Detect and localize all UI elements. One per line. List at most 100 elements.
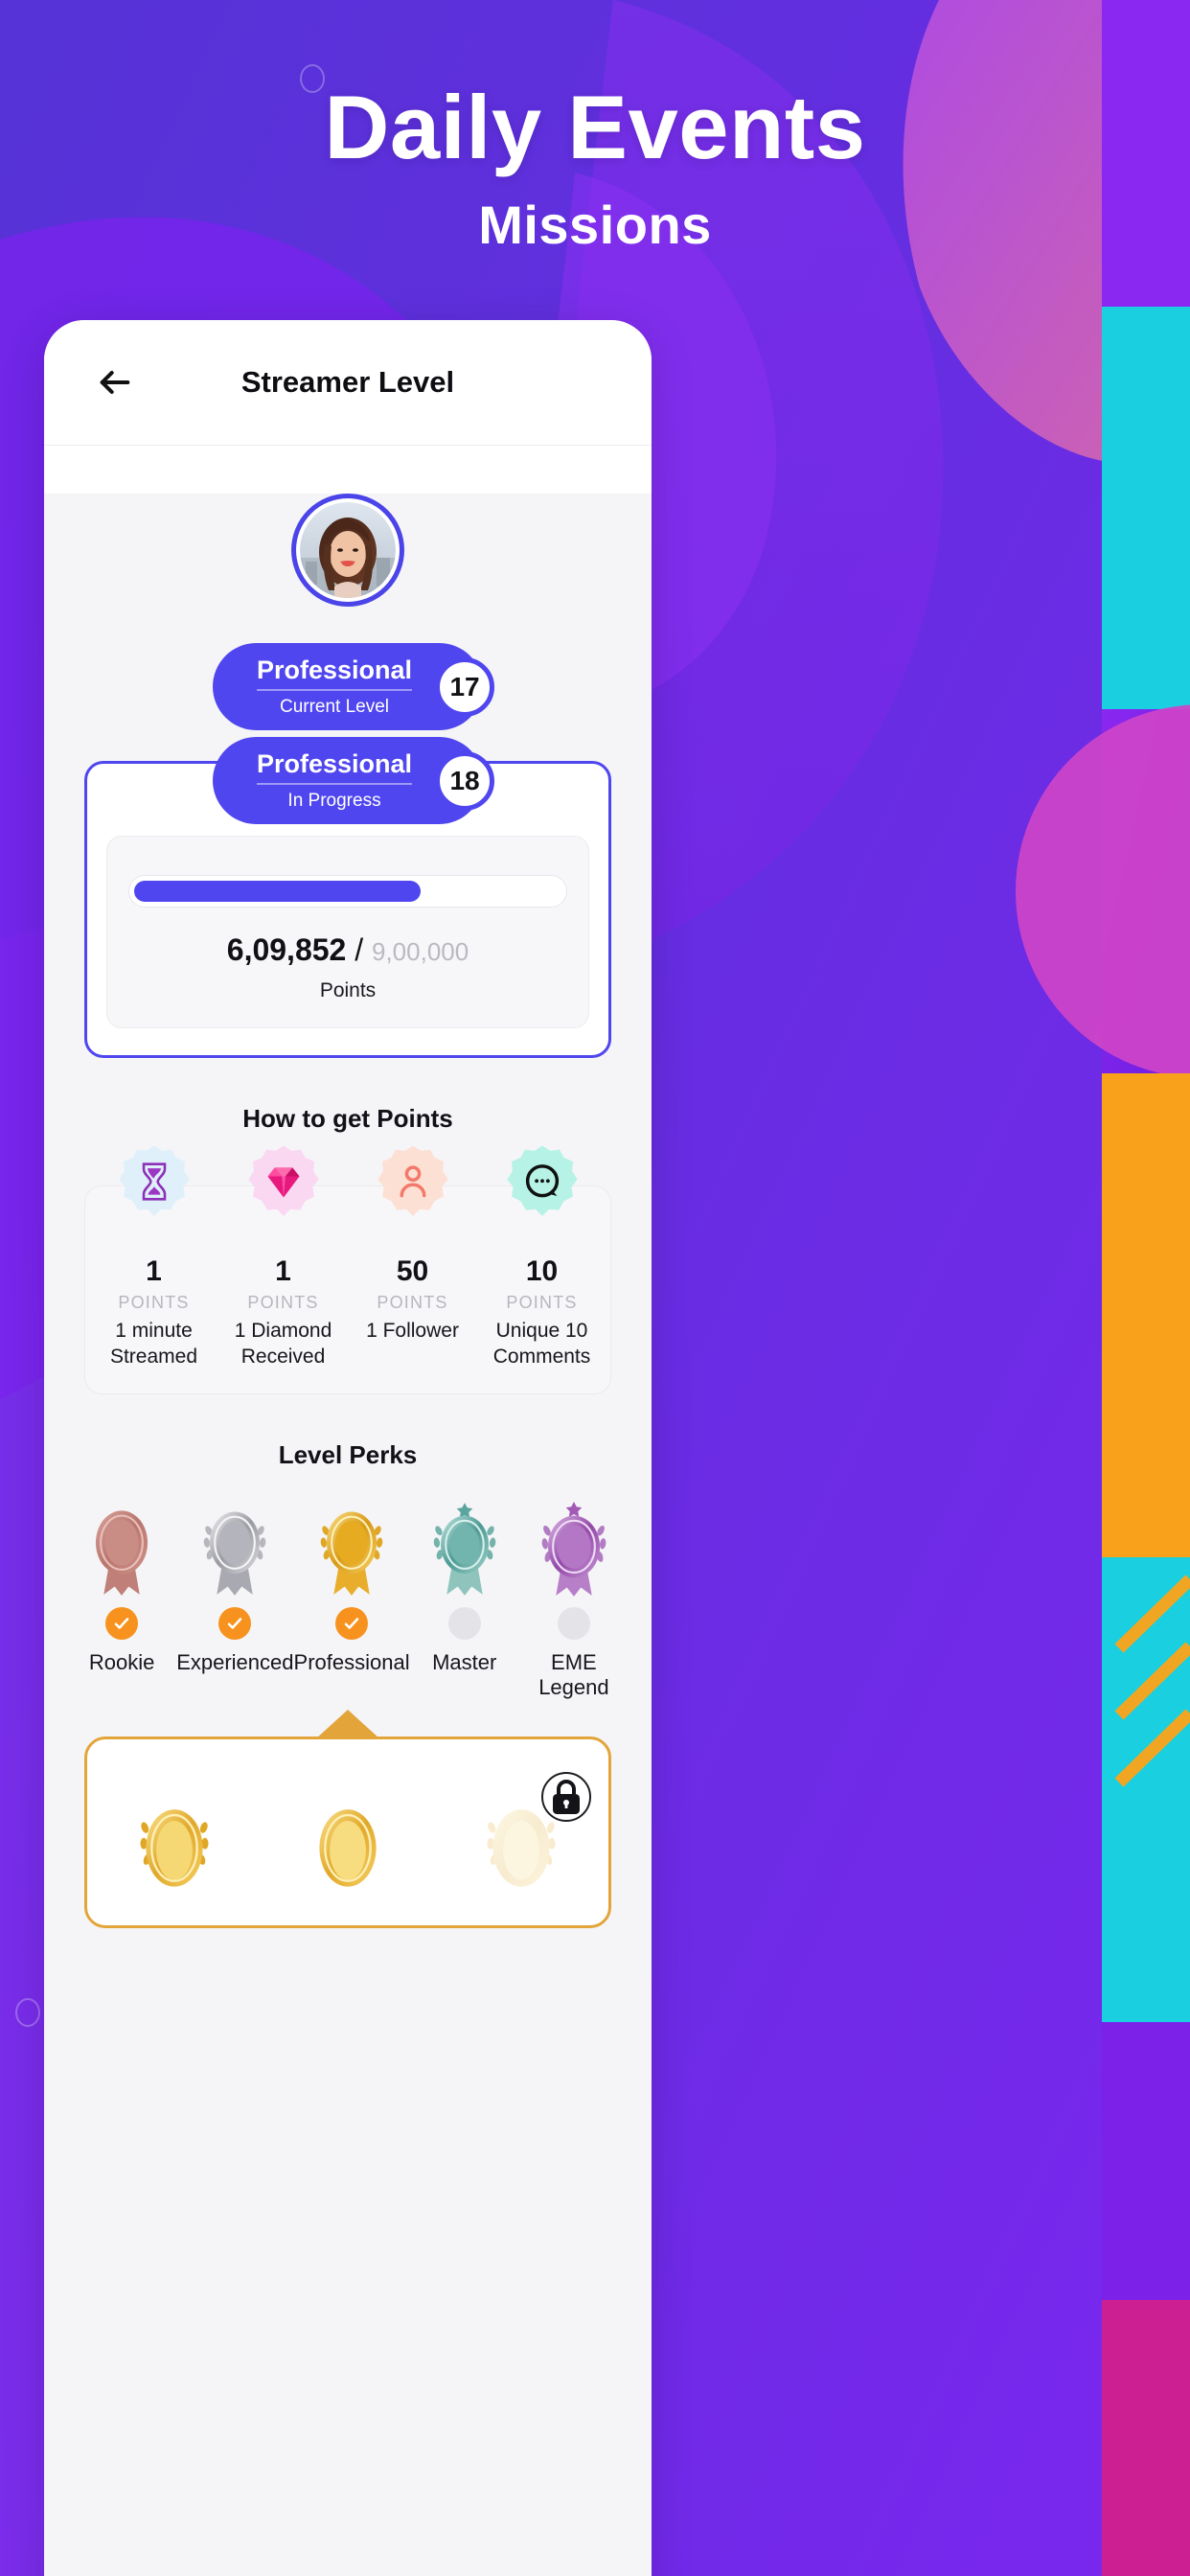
perk-tier-experienced[interactable]: Experienced <box>176 1497 294 1700</box>
follower-icon <box>400 1165 425 1198</box>
in-progress-name: Professional <box>256 749 413 786</box>
points-item-streamed: 1 POINTS 1 minute Streamed <box>89 1146 218 1370</box>
perk-detail-grid <box>87 1739 608 1925</box>
points-current: 6,09,852 <box>226 932 347 968</box>
perk-dot-locked[interactable] <box>557 1607 590 1641</box>
points-value: 10 <box>525 1255 559 1288</box>
points-caption: POINTS <box>506 1293 578 1313</box>
points-caption: POINTS <box>377 1293 448 1313</box>
current-level-pill[interactable]: Professional Current Level 17 <box>212 643 495 731</box>
medal-slot <box>294 1497 410 1598</box>
points-desc: Unique 10 Comments <box>492 1320 591 1368</box>
points-label: Points <box>319 979 377 1002</box>
perk-dot-achieved[interactable] <box>335 1607 369 1641</box>
current-level-row: Professional Current Level 17 <box>44 643 652 731</box>
perk-dot-locked[interactable] <box>447 1607 481 1641</box>
check-icon <box>344 1618 359 1629</box>
medal-purple-icon <box>541 1502 606 1598</box>
perk-dot-zone <box>176 1598 293 1648</box>
decorative-circle-left <box>15 1998 40 2027</box>
current-level-name: Professional <box>256 656 413 692</box>
medal-bronze-icon <box>96 1510 149 1597</box>
medal-silver-icon <box>204 1511 266 1597</box>
how-to-get-points-title: How to get Points <box>242 1104 453 1134</box>
promo-subtitle: Missions <box>478 195 712 255</box>
hourglass-icon <box>142 1162 166 1202</box>
perk-dot-zone <box>67 1598 176 1648</box>
points-separator: / <box>355 932 364 968</box>
in-progress-card: Professional In Progress 18 6,09,852 / 9… <box>84 737 611 1059</box>
level-perks-title: Level Perks <box>278 1440 418 1470</box>
check-icon <box>114 1618 129 1629</box>
perk-tier-rookie[interactable]: Rookie <box>67 1497 176 1700</box>
lock-badge <box>540 1772 591 1823</box>
in-progress-pill-row: Professional In Progress 18 <box>87 737 608 825</box>
points-desc: 1 minute Streamed <box>109 1320 198 1368</box>
in-progress-state: In Progress <box>287 791 381 812</box>
points-caption: POINTS <box>118 1293 190 1313</box>
medal-slot <box>410 1497 519 1598</box>
level-perks-row: Rookie Experienced Professional Master E… <box>67 1497 629 1700</box>
progress-bar-fill <box>134 881 421 903</box>
points-item-follower: 50 POINTS 1 Follower <box>348 1146 477 1370</box>
back-button[interactable] <box>88 356 142 409</box>
diamond-badge <box>246 1144 321 1219</box>
points-caption: POINTS <box>247 1293 319 1313</box>
avatar-image <box>300 502 396 598</box>
perk-dot-achieved[interactable] <box>218 1607 252 1641</box>
medal-slot <box>67 1497 176 1598</box>
perk-dot-zone <box>519 1598 629 1648</box>
current-level-number: 17 <box>435 656 495 717</box>
perk-tier-professional[interactable]: Professional <box>294 1497 410 1700</box>
how-to-get-points-card: 1 POINTS 1 minute Streamed 1 POINTS 1 Di… <box>84 1146 611 1395</box>
perk-label: Rookie <box>88 1650 155 1675</box>
perk-label: Experienced <box>176 1650 294 1675</box>
perk-tier-eme-legend[interactable]: EME Legend <box>519 1497 629 1700</box>
points-value: 1 <box>146 1255 162 1288</box>
medal-teal-icon <box>433 1503 496 1597</box>
points-value: 1 <box>275 1255 291 1288</box>
promo-title: Daily Events <box>324 77 866 177</box>
points-line: 6,09,852 / 9,00,000 <box>128 932 567 968</box>
check-icon <box>228 1618 242 1629</box>
points-item-comments: 10 POINTS Unique 10 Comments <box>477 1146 606 1370</box>
medal-slot <box>176 1497 293 1598</box>
progress-bar-track <box>128 875 567 908</box>
medal-gold-icon <box>140 1809 209 1887</box>
points-item-diamond: 1 POINTS 1 Diamond Received <box>218 1146 348 1370</box>
in-progress-pill[interactable]: Professional In Progress 18 <box>212 737 495 825</box>
points-total: 9,00,000 <box>372 937 469 967</box>
perk-detail-item-3-locked[interactable] <box>435 1772 608 1925</box>
follower-badge <box>376 1144 450 1219</box>
points-grid: 1 POINTS 1 minute Streamed 1 POINTS 1 Di… <box>85 1146 610 1393</box>
comment-icon <box>525 1164 559 1198</box>
medal-gold-icon <box>319 1809 377 1887</box>
arrow-left-icon <box>100 371 130 394</box>
avatar[interactable] <box>291 494 404 607</box>
perk-detail-item-2[interactable] <box>261 1778 434 1925</box>
lock-icon <box>552 1780 580 1815</box>
perk-detail-arrow <box>315 1710 380 1740</box>
medal-slot <box>519 1497 629 1598</box>
perk-label: EME Legend <box>538 1650 609 1700</box>
phone-mockup: Streamer Level Professional Current Leve… <box>44 320 652 2576</box>
perk-dot-achieved[interactable] <box>105 1607 139 1641</box>
hourglass-badge <box>117 1144 192 1219</box>
perk-label: Master <box>432 1650 497 1675</box>
perk-tier-master[interactable]: Master <box>410 1497 519 1700</box>
medal-gold-icon <box>320 1511 383 1597</box>
screen-body: Professional Current Level 17 Profession… <box>44 494 652 2576</box>
current-level-state: Current Level <box>279 697 390 718</box>
perk-dot-zone <box>410 1598 519 1648</box>
in-progress-number: 18 <box>435 750 495 811</box>
comment-badge <box>505 1144 580 1219</box>
points-desc: 1 Diamond Received <box>234 1320 332 1368</box>
perk-label: Professional <box>293 1650 410 1675</box>
perk-detail-item-1[interactable] <box>87 1778 261 1925</box>
app-bar: Streamer Level <box>44 320 652 446</box>
points-value: 50 <box>396 1255 429 1288</box>
diamond-icon <box>267 1167 299 1198</box>
progress-inner: 6,09,852 / 9,00,000 Points <box>106 836 589 1029</box>
points-desc: 1 Follower <box>366 1320 459 1343</box>
perk-dot-zone <box>294 1598 410 1648</box>
